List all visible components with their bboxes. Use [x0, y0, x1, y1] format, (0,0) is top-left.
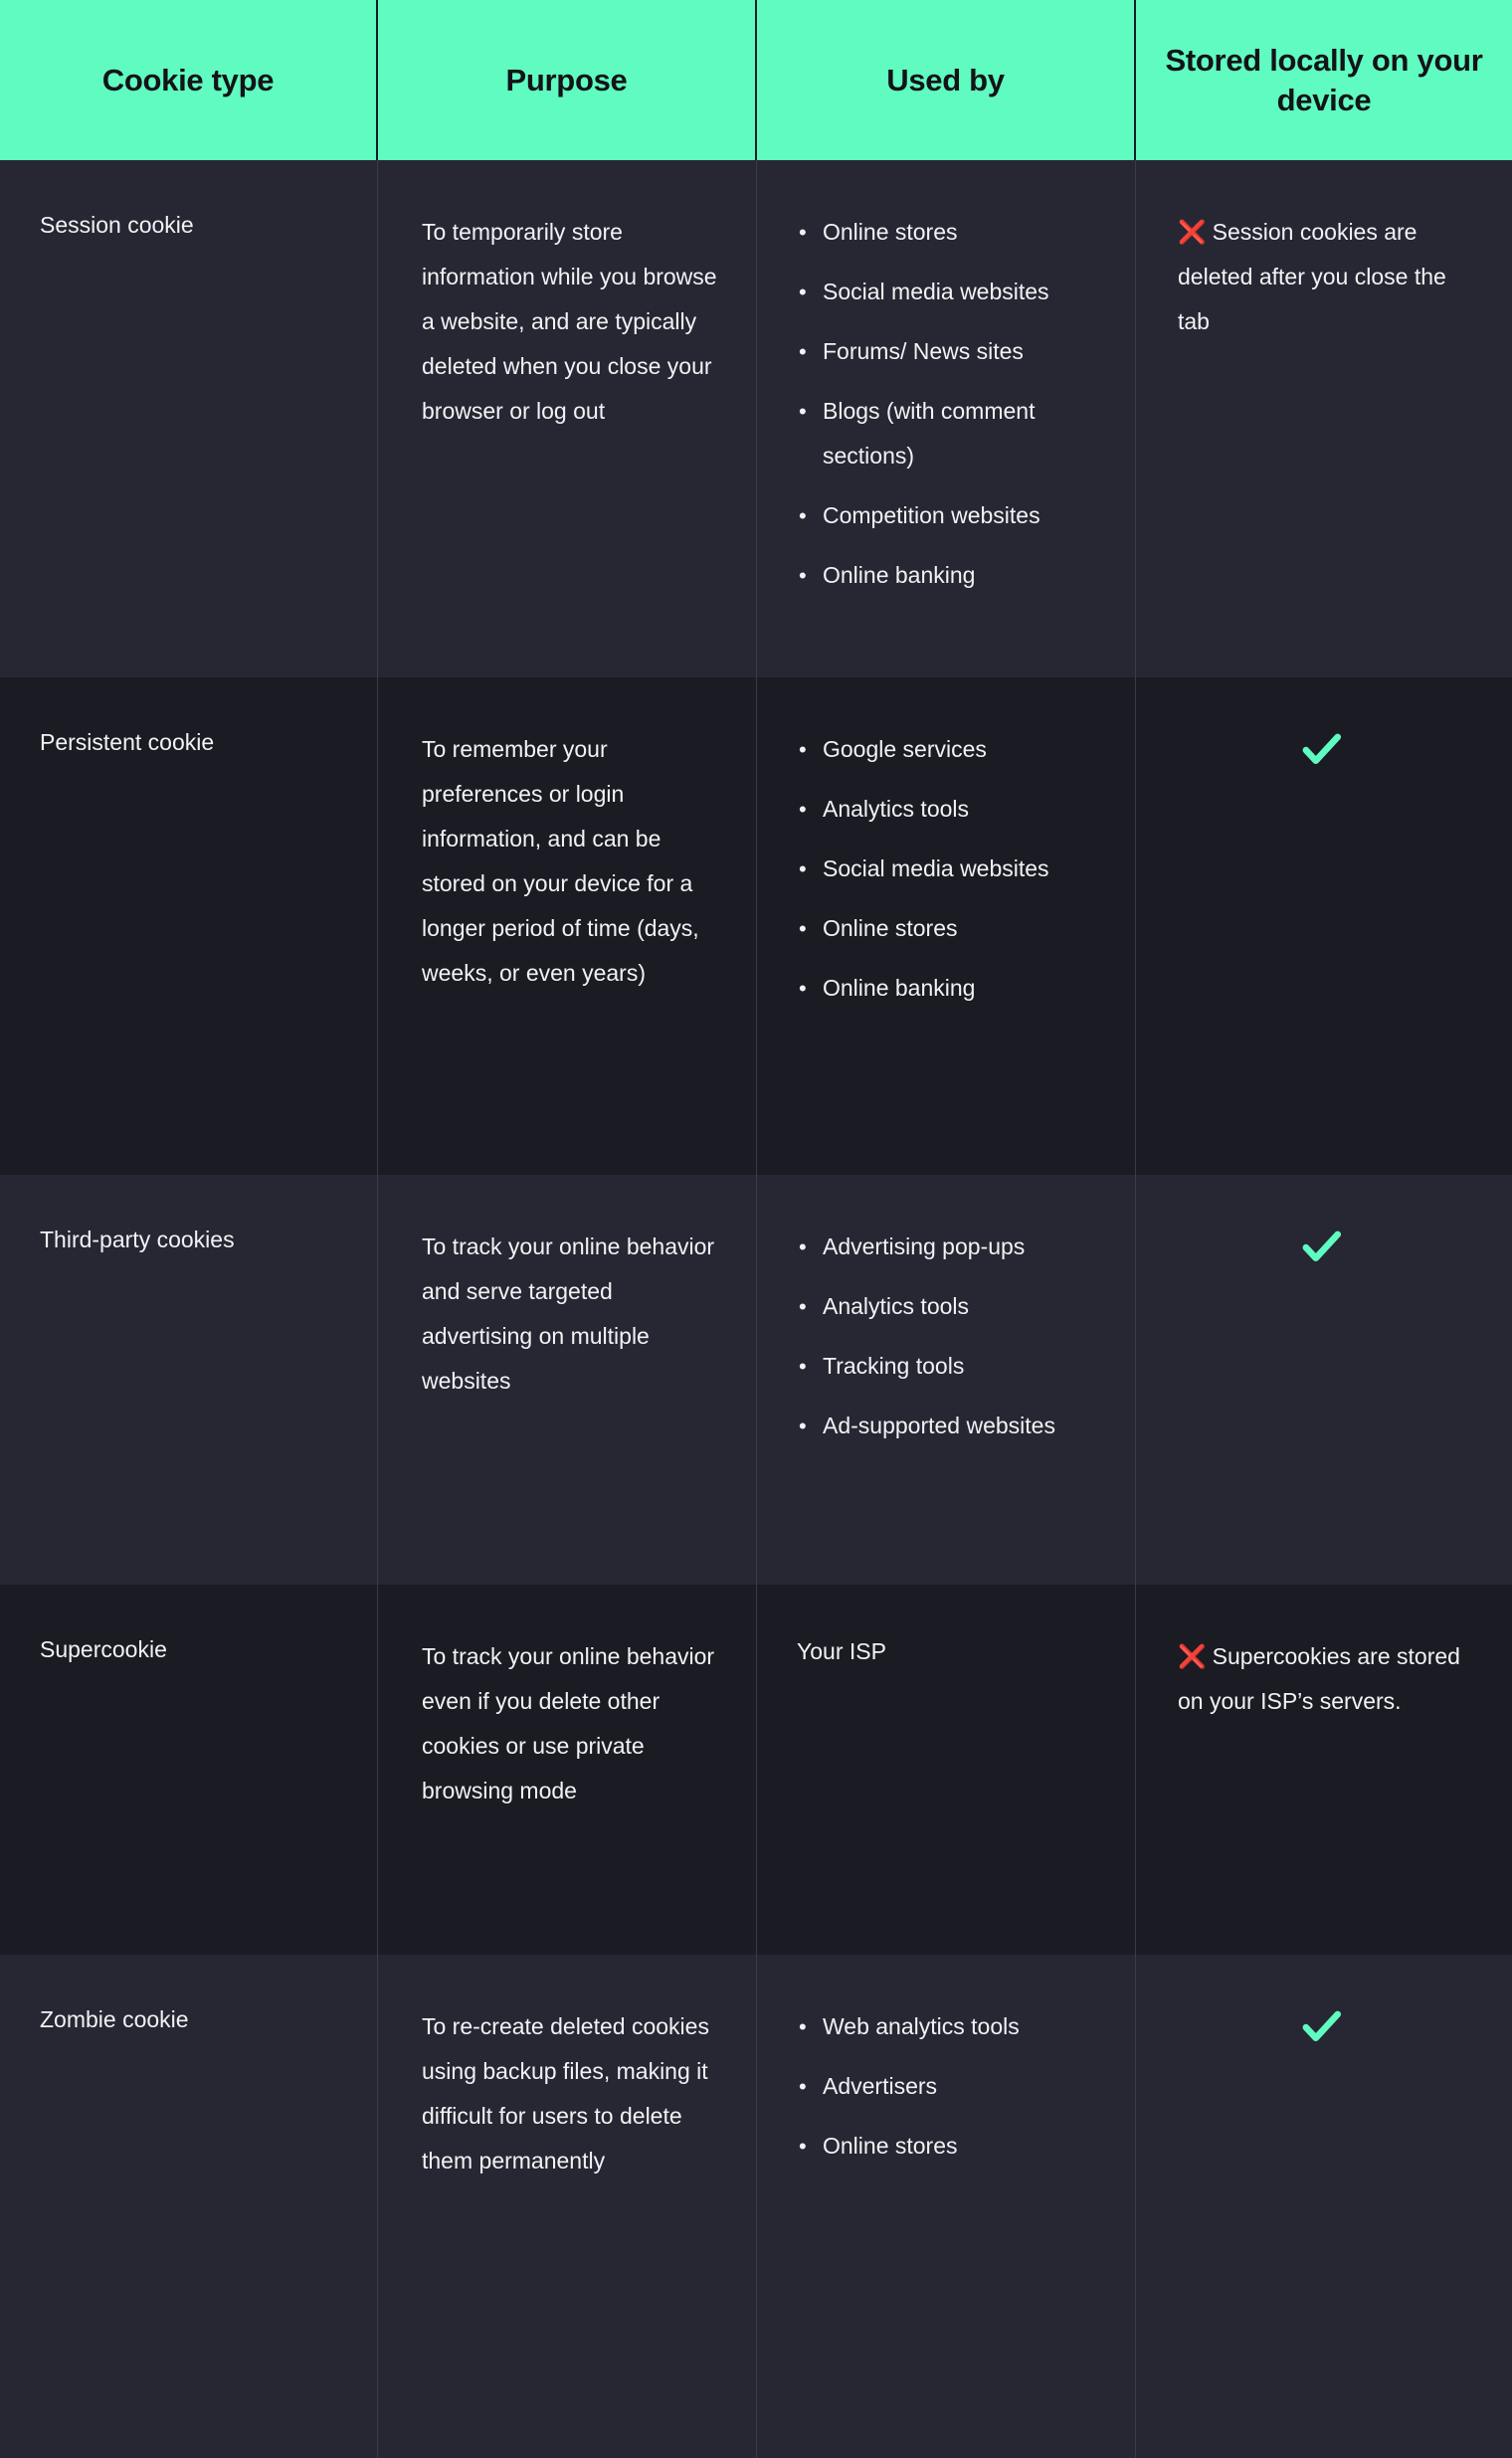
check-icon [1302, 2010, 1342, 2042]
cell-cookie-type: Supercookie [0, 1585, 378, 1955]
list-item: Web analytics tools [797, 2004, 1099, 2049]
cell-stored-locally [1136, 677, 1512, 1175]
cookie-type-label: Persistent cookie [40, 729, 215, 755]
stored-locally-note: ❌ Session cookies are deleted after you c… [1178, 210, 1476, 344]
cross-icon: ❌ [1178, 219, 1207, 245]
cell-cookie-type: Session cookie [0, 160, 378, 677]
cookie-comparison-table: Cookie type Purpose Used by Stored local… [0, 0, 1512, 2458]
cell-used-by: Google services Analytics tools Social med… [757, 677, 1136, 1175]
cell-used-by: Your ISP [757, 1585, 1136, 1955]
cell-stored-locally: ❌ Supercookies are stored on your ISP’s s… [1136, 1585, 1512, 1955]
cell-purpose: To track your online behavior and serve … [378, 1175, 757, 1585]
list-item: Online banking [797, 553, 1099, 598]
cookie-type-label: Third-party cookies [40, 1227, 235, 1252]
used-by-list: Google services Analytics tools Social med… [797, 727, 1099, 1011]
list-item: Advertising pop-ups [797, 1225, 1099, 1269]
table-row: Session cookie To temporarily store infor… [0, 160, 1512, 677]
cell-purpose: To track your online behavior even if yo… [378, 1585, 757, 1955]
list-item: Online banking [797, 966, 1099, 1011]
list-item: Analytics tools [797, 1284, 1099, 1329]
cell-purpose: To temporarily store information while y… [378, 160, 757, 677]
used-by-list: Web analytics tools Advertisers Online sto… [797, 2004, 1099, 2169]
column-header-cookie-type: Cookie type [0, 0, 378, 160]
used-by-text: Your ISP [797, 1638, 886, 1664]
cell-stored-locally [1136, 1955, 1512, 2458]
cell-cookie-type: Third-party cookies [0, 1175, 378, 1585]
cell-used-by: Web analytics tools Advertisers Online sto… [757, 1955, 1136, 2458]
list-item: Competition websites [797, 493, 1099, 538]
cell-purpose: To re-create deleted cookies using backu… [378, 1955, 757, 2458]
cell-cookie-type: Persistent cookie [0, 677, 378, 1175]
list-item: Advertisers [797, 2064, 1099, 2109]
list-item: Online stores [797, 906, 1099, 951]
cell-cookie-type: Zombie cookie [0, 1955, 378, 2458]
used-by-list: Online stores Social media websites Forums… [797, 210, 1099, 598]
stored-locally-yes [1178, 727, 1476, 771]
cookie-type-label: Zombie cookie [40, 2006, 189, 2032]
list-item: Analytics tools [797, 787, 1099, 832]
stored-locally-note-text: Supercookies are stored on your ISP’s se… [1178, 1643, 1460, 1714]
cell-purpose: To remember your preferences or login in… [378, 677, 757, 1175]
cross-icon: ❌ [1178, 1643, 1207, 1669]
purpose-text: To temporarily store information while y… [422, 219, 717, 424]
cell-used-by: Advertising pop-ups Analytics tools Tracki… [757, 1175, 1136, 1585]
cookie-type-label: Session cookie [40, 212, 194, 238]
cell-used-by: Online stores Social media websites Forums… [757, 160, 1136, 677]
cookie-type-label: Supercookie [40, 1636, 167, 1662]
table-row: Persistent cookie To remember your prefer… [0, 677, 1512, 1175]
table-body: Session cookie To temporarily store infor… [0, 160, 1512, 2458]
column-header-used-by: Used by [757, 0, 1136, 160]
list-item: Ad-supported websites [797, 1404, 1099, 1448]
table-header-row: Cookie type Purpose Used by Stored local… [0, 0, 1512, 160]
list-item: Online stores [797, 210, 1099, 255]
stored-locally-yes [1178, 1225, 1476, 1268]
purpose-text: To track your online behavior and serve … [422, 1233, 715, 1394]
list-item: Online stores [797, 2124, 1099, 2169]
purpose-text: To remember your preferences or login in… [422, 736, 699, 986]
list-item: Social media websites [797, 270, 1099, 314]
stored-locally-yes [1178, 2004, 1476, 2048]
list-item: Social media websites [797, 847, 1099, 891]
table-row: Third-party cookies To track your online … [0, 1175, 1512, 1585]
used-by-list: Advertising pop-ups Analytics tools Tracki… [797, 1225, 1099, 1448]
cell-stored-locally: ❌ Session cookies are deleted after you c… [1136, 160, 1512, 677]
list-item: Tracking tools [797, 1344, 1099, 1389]
cell-stored-locally [1136, 1175, 1512, 1585]
purpose-text: To track your online behavior even if yo… [422, 1643, 715, 1803]
check-icon [1302, 1230, 1342, 1262]
list-item: Google services [797, 727, 1099, 772]
table-row: Supercookie To track your online behavior… [0, 1585, 1512, 1955]
check-icon [1302, 733, 1342, 765]
column-header-purpose: Purpose [378, 0, 757, 160]
list-item: Forums/ News sites [797, 329, 1099, 374]
list-item: Blogs (with comment sections) [797, 389, 1099, 478]
purpose-text: To re-create deleted cookies using backu… [422, 2013, 709, 2174]
table-row: Zombie cookie To re-create deleted cookie… [0, 1955, 1512, 2458]
column-header-stored-locally: Stored locally on your device [1136, 0, 1512, 160]
stored-locally-note: ❌ Supercookies are stored on your ISP’s s… [1178, 1634, 1476, 1724]
stored-locally-note-text: Session cookies are deleted after you cl… [1178, 219, 1446, 334]
